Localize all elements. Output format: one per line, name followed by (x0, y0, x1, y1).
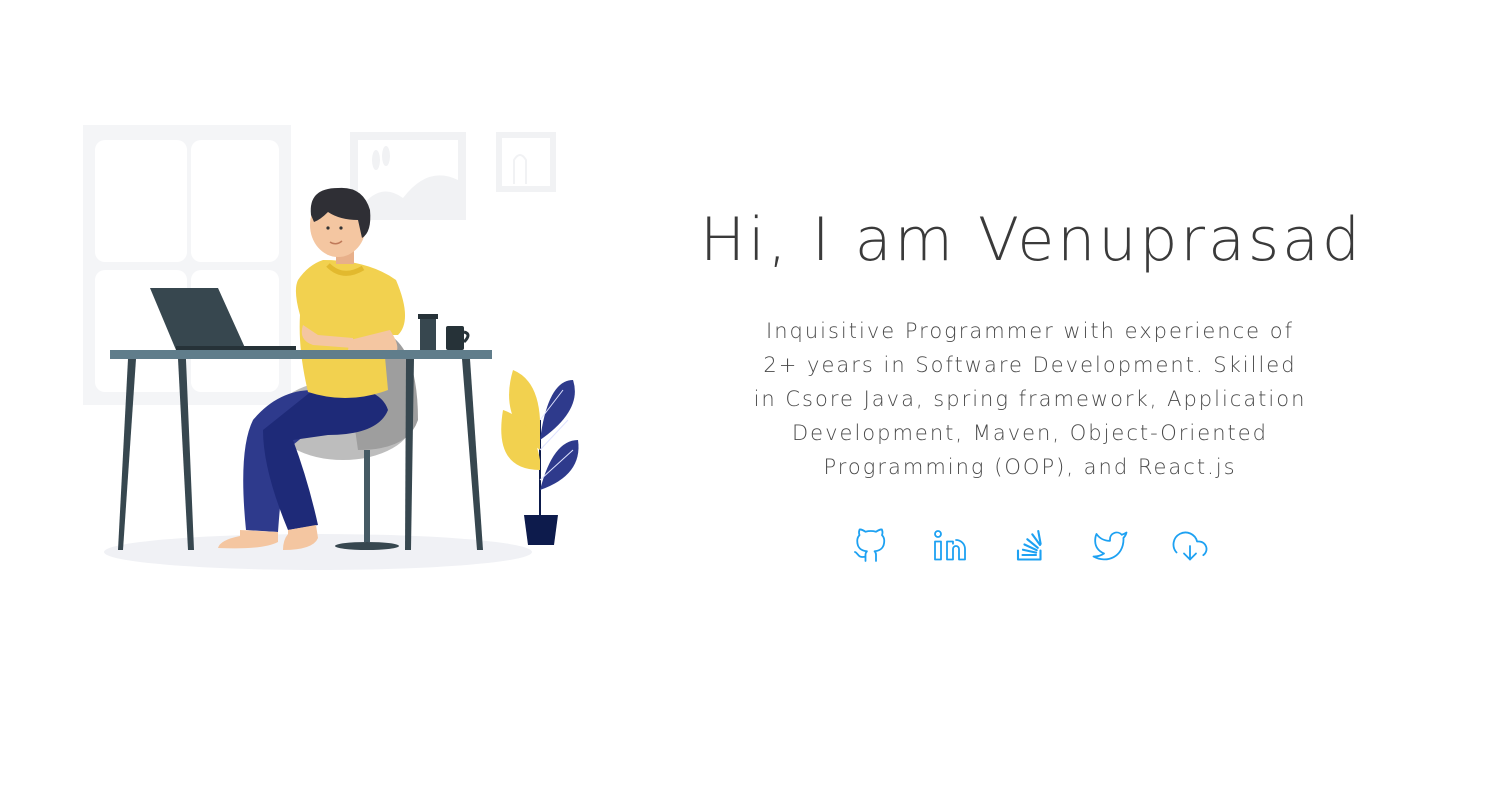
twitter-icon (1092, 531, 1128, 561)
stackoverflow-link[interactable] (1012, 528, 1048, 564)
mug (446, 326, 464, 350)
linkedin-link[interactable] (932, 528, 968, 564)
hero-section: Hi, I am Venuprasad Inquisitive Programm… (0, 0, 1501, 787)
cloud-download-icon (1172, 531, 1208, 561)
twitter-link[interactable] (1092, 528, 1128, 564)
stackoverflow-icon (1016, 529, 1042, 561)
linkedin-icon (934, 530, 966, 561)
plant-pot (524, 515, 558, 545)
social-links (700, 528, 1360, 564)
developer-illustration (83, 125, 579, 570)
intro-block: Hi, I am Venuprasad Inquisitive Programm… (700, 200, 1360, 564)
github-icon (854, 528, 886, 562)
bio-text: Inquisitive Programmer with experience o… (753, 319, 1307, 479)
github-link[interactable] (852, 528, 888, 564)
desk-top (110, 350, 492, 359)
coffee-cup (420, 316, 436, 350)
download-resume-link[interactable] (1172, 528, 1208, 564)
greeting-heading: Hi, I am Venuprasad (700, 205, 1363, 275)
